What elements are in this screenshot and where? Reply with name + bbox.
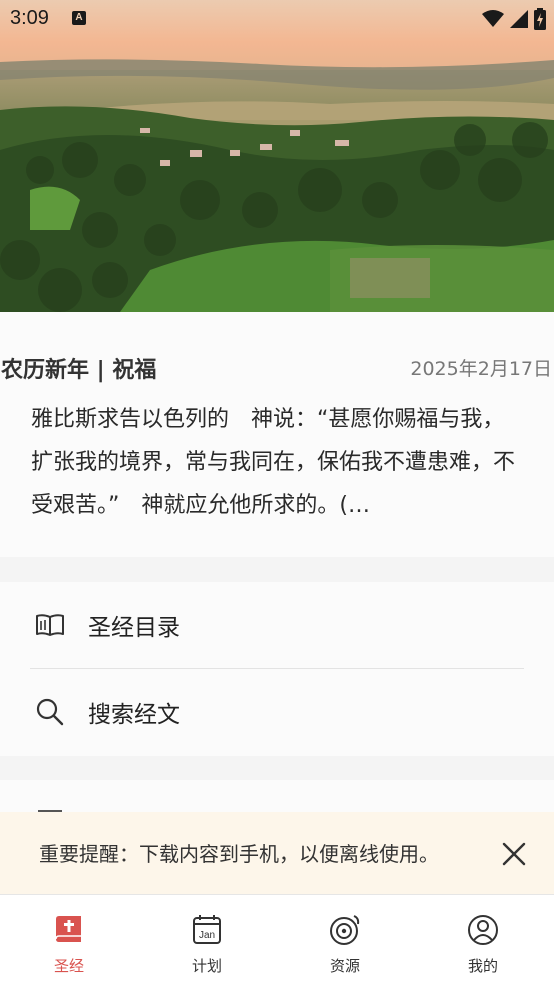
status-icons — [482, 8, 546, 30]
tab-bible[interactable]: 圣经 — [0, 895, 138, 986]
tab-plan[interactable]: Jan 计划 — [138, 895, 276, 986]
landscape-illustration — [0, 0, 554, 312]
calendar-icon: Jan — [193, 915, 221, 944]
disc-icon — [330, 915, 360, 945]
status-bar: 3:09 A — [0, 0, 554, 40]
notification-a-icon: A — [72, 11, 86, 25]
open-book-icon — [36, 614, 64, 636]
profile-icon — [468, 915, 498, 945]
calendar-month-text: Jan — [199, 930, 215, 941]
bottom-tab-bar: 圣经 Jan 计划 资源 我的 — [0, 894, 554, 986]
offline-notice-banner: 重要提醒：下载内容到手机，以便离线使用。 — [0, 812, 554, 894]
devotion-excerpt: 雅比斯求告以色列的 神说：“甚愿你赐福与我，扩张我的境界，常与我同在，保佑我不遭… — [31, 407, 516, 518]
menu-item-label: 搜索经文 — [88, 702, 180, 728]
search-icon — [36, 698, 64, 726]
close-icon[interactable] — [500, 840, 528, 868]
battery-charging-icon — [534, 8, 546, 30]
menu-item-search-scripture[interactable]: 搜索经文 — [30, 669, 524, 755]
bible-icon — [55, 916, 81, 942]
tab-label: 资源 — [329, 957, 360, 975]
menu-item-bible-contents[interactable]: 圣经目录 — [30, 582, 524, 668]
tab-profile[interactable]: 我的 — [414, 895, 552, 986]
hero-landscape-image[interactable] — [0, 0, 554, 312]
menu-item-label: 圣经目录 — [88, 615, 180, 641]
tab-label: 我的 — [467, 957, 498, 975]
tab-label: 圣经 — [53, 957, 84, 975]
cellular-signal-icon — [510, 10, 528, 28]
menu-card: 圣经目录 搜索经文 — [0, 582, 554, 756]
wifi-icon — [482, 10, 504, 27]
tab-resources[interactable]: 资源 — [276, 895, 414, 986]
tab-label: 计划 — [191, 957, 222, 975]
status-time: 3:09 — [10, 7, 49, 29]
devotion-card[interactable]: 农历新年 | 祝福 2025年2月17日 雅比斯求告以色列的 神说：“甚愿你赐福… — [0, 312, 554, 557]
notice-text: 重要提醒：下载内容到手机，以便离线使用。 — [39, 842, 439, 866]
devotion-date: 2025年2月17日 — [410, 358, 552, 380]
devotion-title: 农历新年 | 祝福 — [1, 358, 157, 383]
